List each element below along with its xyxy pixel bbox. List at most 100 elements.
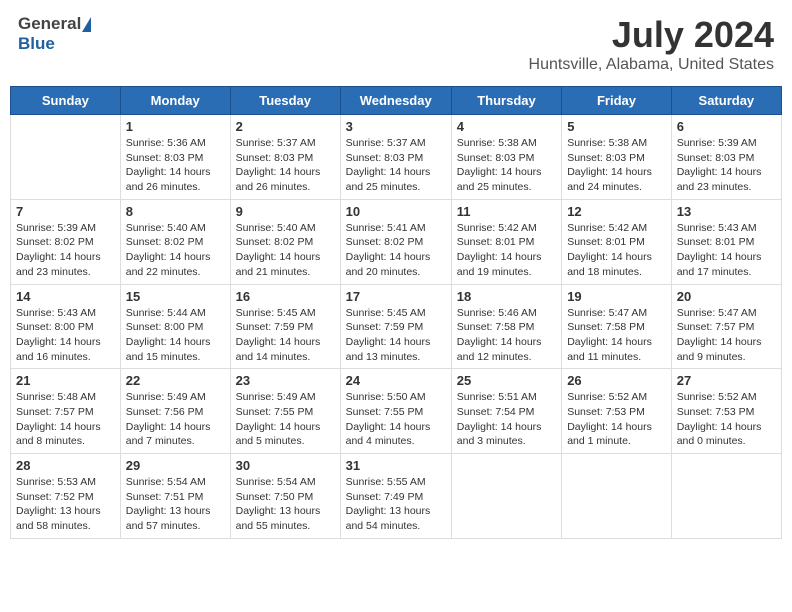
- day-number: 22: [126, 373, 225, 388]
- calendar-cell: 18Sunrise: 5:46 AM Sunset: 7:58 PM Dayli…: [451, 284, 561, 369]
- day-info: Sunrise: 5:45 AM Sunset: 7:59 PM Dayligh…: [236, 306, 335, 365]
- day-header-friday: Friday: [562, 87, 672, 115]
- day-info: Sunrise: 5:42 AM Sunset: 8:01 PM Dayligh…: [457, 221, 556, 280]
- day-info: Sunrise: 5:51 AM Sunset: 7:54 PM Dayligh…: [457, 390, 556, 449]
- day-number: 1: [126, 119, 225, 134]
- calendar-cell: [562, 454, 672, 539]
- calendar-week-row: 1 Sunrise: 5:36 AM Sunset: 8:03 PM Daylig…: [11, 115, 782, 200]
- day-number: 15: [126, 289, 225, 304]
- month-title: July 2024: [529, 14, 774, 56]
- day-number: 20: [677, 289, 776, 304]
- calendar-week-row: 28 Sunrise: 5:53 AM Sunset: 7:52 PM Dayli…: [11, 454, 782, 539]
- day-number: 8: [126, 204, 225, 219]
- day-info: Sunrise: 5:53 AM Sunset: 7:52 PM Dayligh…: [16, 475, 115, 534]
- day-header-saturday: Saturday: [671, 87, 781, 115]
- day-number: 30: [236, 458, 335, 473]
- calendar-cell: 23 Sunrise: 5:49 AM Sunset: 7:55 PM Dayli…: [230, 369, 340, 454]
- logo: General Blue: [18, 14, 91, 54]
- day-number: 28: [16, 458, 115, 473]
- title-area: July 2024 Huntsville, Alabama, United St…: [529, 14, 774, 74]
- calendar-cell: 7 Sunrise: 5:39 AM Sunset: 8:02 PM Daylig…: [11, 199, 121, 284]
- day-number: 9: [236, 204, 335, 219]
- day-info: Sunrise: 5:47 AM Sunset: 7:58 PM Dayligh…: [567, 306, 666, 365]
- header: General Blue July 2024 Huntsville, Alaba…: [10, 10, 782, 78]
- day-number: 17: [346, 289, 446, 304]
- day-info: Sunrise: 5:43 AM Sunset: 8:01 PM Dayligh…: [677, 221, 776, 280]
- calendar-cell: 20 Sunrise: 5:47 AM Sunset: 7:57 PM Dayli…: [671, 284, 781, 369]
- calendar-cell: 26 Sunrise: 5:52 AM Sunset: 7:53 PM Dayli…: [562, 369, 672, 454]
- day-info: Sunrise: 5:47 AM Sunset: 7:57 PM Dayligh…: [677, 306, 776, 365]
- day-info: Sunrise: 5:40 AM Sunset: 8:02 PM Dayligh…: [236, 221, 335, 280]
- day-number: 11: [457, 204, 556, 219]
- day-header-sunday: Sunday: [11, 87, 121, 115]
- day-info: Sunrise: 5:40 AM Sunset: 8:02 PM Dayligh…: [126, 221, 225, 280]
- calendar-cell: [11, 115, 121, 200]
- day-info: Sunrise: 5:39 AM Sunset: 8:03 PM Dayligh…: [677, 136, 776, 195]
- day-info: Sunrise: 5:50 AM Sunset: 7:55 PM Dayligh…: [346, 390, 446, 449]
- calendar-cell: 1 Sunrise: 5:36 AM Sunset: 8:03 PM Daylig…: [120, 115, 230, 200]
- day-header-thursday: Thursday: [451, 87, 561, 115]
- calendar-cell: 28 Sunrise: 5:53 AM Sunset: 7:52 PM Dayli…: [11, 454, 121, 539]
- calendar-cell: 17 Sunrise: 5:45 AM Sunset: 7:59 PM Dayli…: [340, 284, 451, 369]
- day-header-tuesday: Tuesday: [230, 87, 340, 115]
- calendar-cell: 12 Sunrise: 5:42 AM Sunset: 8:01 PM Dayli…: [562, 199, 672, 284]
- calendar-cell: 9 Sunrise: 5:40 AM Sunset: 8:02 PM Daylig…: [230, 199, 340, 284]
- day-number: 16: [236, 289, 335, 304]
- calendar-cell: 24 Sunrise: 5:50 AM Sunset: 7:55 PM Dayli…: [340, 369, 451, 454]
- logo-triangle-icon: [82, 17, 91, 32]
- day-number: 31: [346, 458, 446, 473]
- calendar-cell: 14Sunrise: 5:43 AM Sunset: 8:00 PM Dayli…: [11, 284, 121, 369]
- day-number: 26: [567, 373, 666, 388]
- day-info: Sunrise: 5:55 AM Sunset: 7:49 PM Dayligh…: [346, 475, 446, 534]
- day-info: Sunrise: 5:41 AM Sunset: 8:02 PM Dayligh…: [346, 221, 446, 280]
- day-number: 13: [677, 204, 776, 219]
- calendar-cell: 3Sunrise: 5:37 AM Sunset: 8:03 PM Daylig…: [340, 115, 451, 200]
- day-info: Sunrise: 5:38 AM Sunset: 8:03 PM Dayligh…: [457, 136, 556, 195]
- day-info: Sunrise: 5:39 AM Sunset: 8:02 PM Dayligh…: [16, 221, 115, 280]
- day-number: 21: [16, 373, 115, 388]
- day-info: Sunrise: 5:49 AM Sunset: 7:55 PM Dayligh…: [236, 390, 335, 449]
- day-info: Sunrise: 5:43 AM Sunset: 8:00 PM Dayligh…: [16, 306, 115, 365]
- day-number: 25: [457, 373, 556, 388]
- calendar-cell: 16 Sunrise: 5:45 AM Sunset: 7:59 PM Dayli…: [230, 284, 340, 369]
- day-info: Sunrise: 5:52 AM Sunset: 7:53 PM Dayligh…: [677, 390, 776, 449]
- logo-blue: Blue: [18, 34, 55, 53]
- calendar-header-row: SundayMondayTuesdayWednesdayThursdayFrid…: [11, 87, 782, 115]
- calendar-cell: 29 Sunrise: 5:54 AM Sunset: 7:51 PM Dayli…: [120, 454, 230, 539]
- day-number: 24: [346, 373, 446, 388]
- calendar-cell: 2 Sunrise: 5:37 AM Sunset: 8:03 PM Daylig…: [230, 115, 340, 200]
- calendar-week-row: 7 Sunrise: 5:39 AM Sunset: 8:02 PM Daylig…: [11, 199, 782, 284]
- day-number: 23: [236, 373, 335, 388]
- day-number: 10: [346, 204, 446, 219]
- day-info: Sunrise: 5:54 AM Sunset: 7:51 PM Dayligh…: [126, 475, 225, 534]
- day-number: 4: [457, 119, 556, 134]
- day-number: 18: [457, 289, 556, 304]
- calendar-cell: 6 Sunrise: 5:39 AM Sunset: 8:03 PM Daylig…: [671, 115, 781, 200]
- day-number: 6: [677, 119, 776, 134]
- day-number: 5: [567, 119, 666, 134]
- calendar-cell: [671, 454, 781, 539]
- day-number: 27: [677, 373, 776, 388]
- day-info: Sunrise: 5:36 AM Sunset: 8:03 PM Dayligh…: [126, 136, 225, 195]
- day-info: Sunrise: 5:42 AM Sunset: 8:01 PM Dayligh…: [567, 221, 666, 280]
- calendar-cell: 27 Sunrise: 5:52 AM Sunset: 7:53 PM Dayli…: [671, 369, 781, 454]
- location: Huntsville, Alabama, United States: [529, 56, 774, 74]
- day-info: Sunrise: 5:37 AM Sunset: 8:03 PM Dayligh…: [346, 136, 446, 195]
- day-info: Sunrise: 5:54 AM Sunset: 7:50 PM Dayligh…: [236, 475, 335, 534]
- day-number: 7: [16, 204, 115, 219]
- calendar-cell: 11 Sunrise: 5:42 AM Sunset: 8:01 PM Dayli…: [451, 199, 561, 284]
- day-info: Sunrise: 5:45 AM Sunset: 7:59 PM Dayligh…: [346, 306, 446, 365]
- calendar-cell: 25 Sunrise: 5:51 AM Sunset: 7:54 PM Dayli…: [451, 369, 561, 454]
- day-number: 29: [126, 458, 225, 473]
- calendar-cell: 4 Sunrise: 5:38 AM Sunset: 8:03 PM Daylig…: [451, 115, 561, 200]
- day-info: Sunrise: 5:37 AM Sunset: 8:03 PM Dayligh…: [236, 136, 335, 195]
- calendar-week-row: 14Sunrise: 5:43 AM Sunset: 8:00 PM Dayli…: [11, 284, 782, 369]
- calendar-cell: 21Sunrise: 5:48 AM Sunset: 7:57 PM Dayli…: [11, 369, 121, 454]
- day-info: Sunrise: 5:52 AM Sunset: 7:53 PM Dayligh…: [567, 390, 666, 449]
- calendar-week-row: 21Sunrise: 5:48 AM Sunset: 7:57 PM Dayli…: [11, 369, 782, 454]
- calendar-cell: 22Sunrise: 5:49 AM Sunset: 7:56 PM Dayli…: [120, 369, 230, 454]
- day-number: 12: [567, 204, 666, 219]
- day-header-monday: Monday: [120, 87, 230, 115]
- day-number: 2: [236, 119, 335, 134]
- calendar-cell: 13 Sunrise: 5:43 AM Sunset: 8:01 PM Dayli…: [671, 199, 781, 284]
